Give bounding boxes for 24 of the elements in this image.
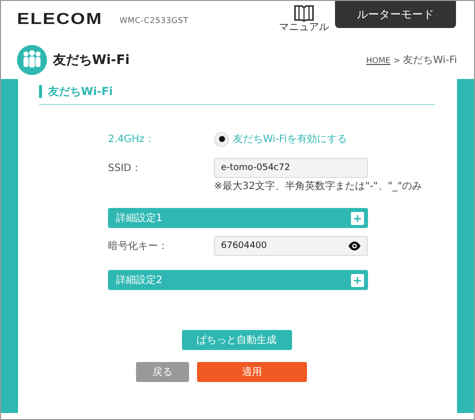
settings-section-bar[interactable]: 詳細設定1 — [108, 208, 368, 228]
enable-radio[interactable]: 友だちWi-Fiを有効にする — [214, 132, 347, 146]
breadcrumb-separator: > — [393, 56, 400, 64]
people-icon — [17, 45, 47, 75]
field-label: 暗号化キー： — [108, 240, 169, 253]
password-field[interactable]: 67604400 — [214, 236, 368, 256]
logo: ELECOM — [17, 11, 103, 29]
field-hint: ※最大32文字、半角英数字または"-"、"_"のみ — [214, 180, 422, 194]
apply-button[interactable]: 適用 — [197, 362, 307, 382]
ssid-field[interactable]: e-tomo-054c72 — [214, 158, 368, 178]
model-name: WMC-C2533GST — [119, 16, 188, 25]
breadcrumb-current: 友だちWi-Fi — [403, 54, 457, 67]
breadcrumb-link[interactable]: HOME — [366, 56, 390, 64]
page-title: 友だちWi-Fi — [53, 52, 130, 69]
band-label: 2.4GHz： — [108, 133, 156, 146]
auto-generate-button[interactable]: ぱちっと自動生成 — [182, 330, 292, 350]
section-heading: 友だちWi-Fi — [39, 85, 435, 98]
settings-section-bar[interactable]: 詳細設定2 — [108, 270, 368, 290]
back-button[interactable]: 戻る — [136, 362, 189, 382]
book-icon[interactable] — [294, 4, 314, 22]
manual-label[interactable]: マニュアル — [279, 22, 329, 33]
field-label: SSID： — [108, 162, 142, 175]
eye-icon[interactable] — [348, 241, 361, 251]
mode-tab[interactable]: ルーターモード — [335, 1, 456, 28]
